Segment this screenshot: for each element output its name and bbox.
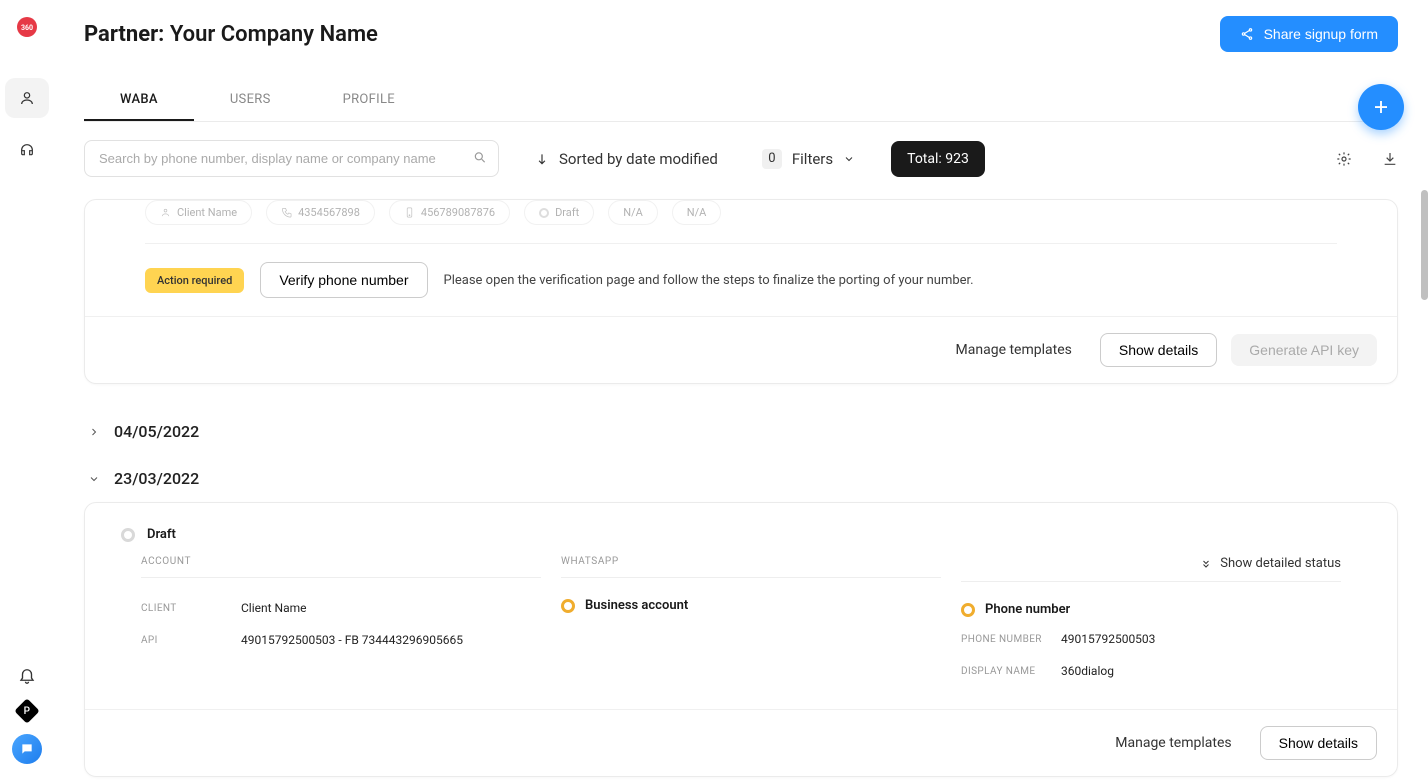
filters-control[interactable]: 0 Filters [762, 149, 855, 169]
phone-number-badge: Phone number [985, 602, 1070, 617]
business-account-label: Business account [585, 598, 688, 613]
plus-icon [1372, 98, 1390, 116]
chip-na1: N/A [608, 200, 658, 225]
status-ring-icon [121, 528, 135, 542]
whatsapp-column-header: WHATSAPP [561, 556, 941, 578]
svg-text:360: 360 [21, 24, 33, 32]
show-details-button[interactable]: Show details [1260, 726, 1377, 760]
page-title: Partner: Your Company Name [84, 22, 378, 47]
total-count: Total: 923 [891, 141, 985, 177]
chevron-down-icon [843, 153, 855, 165]
manage-templates-link[interactable]: Manage templates [1101, 727, 1245, 759]
search-icon[interactable] [473, 149, 487, 168]
chip-phone2: 456789087876 [389, 200, 510, 225]
share-icon [1240, 27, 1254, 41]
api-label: API [141, 633, 231, 646]
phone-number-value: 49015792500503 [1061, 632, 1341, 646]
bell-icon[interactable] [18, 666, 36, 688]
tabs: WABA USERS PROFILE [84, 80, 1398, 122]
p-badge-icon[interactable]: P [14, 698, 39, 723]
waba-card-expanded: Draft ACCOUNT CLIENT Client Name API 490… [84, 502, 1398, 777]
display-name-value: 360dialog [1061, 664, 1341, 678]
client-value: Client Name [241, 601, 541, 615]
chip-phone1: 4354567898 [266, 200, 375, 225]
client-label: CLIENT [141, 601, 231, 614]
show-details-button[interactable]: Show details [1100, 333, 1217, 367]
share-signup-button[interactable]: Share signup form [1220, 16, 1398, 52]
chevron-down-icon [88, 473, 100, 485]
verify-phone-button[interactable]: Verify phone number [260, 262, 427, 298]
chip-status: Draft [524, 200, 594, 225]
show-detailed-status[interactable]: Show detailed status [961, 556, 1341, 582]
arrow-down-icon [535, 152, 549, 166]
phone-number-label: PHONE NUMBER [961, 632, 1051, 645]
display-name-label: DISPLAY NAME [961, 664, 1051, 677]
chip-na2: N/A [672, 200, 722, 225]
tab-waba[interactable]: WABA [84, 80, 194, 121]
action-required-badge: Action required [145, 268, 244, 293]
status-amber-icon [561, 599, 575, 613]
chat-bubble-icon[interactable] [12, 734, 42, 764]
tab-users[interactable]: USERS [194, 80, 307, 121]
download-icon[interactable] [1382, 151, 1398, 167]
filter-count: 0 [762, 149, 782, 169]
status-amber-icon [961, 603, 975, 617]
add-button[interactable] [1358, 84, 1404, 130]
chip-client: Client Name [145, 200, 252, 225]
gear-icon[interactable] [1336, 151, 1352, 167]
account-column-header: ACCOUNT [141, 556, 541, 578]
nav-support-icon[interactable] [5, 130, 49, 170]
generate-api-key-button: Generate API key [1231, 334, 1377, 366]
manage-templates-link[interactable]: Manage templates [942, 334, 1086, 366]
double-chevron-down-icon [1200, 558, 1212, 570]
api-value: 49015792500503 - FB 734443296905665 [241, 633, 541, 647]
search-input[interactable] [84, 140, 499, 177]
scrollbar[interactable] [1421, 190, 1428, 300]
sidebar: 360 P [0, 0, 54, 782]
tab-profile[interactable]: PROFILE [307, 80, 431, 121]
waba-card: Client Name 4354567898 456789087876 Draf… [84, 199, 1398, 384]
chevron-right-icon [88, 426, 100, 438]
status-label: Draft [147, 527, 176, 542]
logo: 360 [12, 12, 42, 42]
date-section-collapsed[interactable]: 04/05/2022 [84, 408, 1398, 455]
nav-users-icon[interactable] [5, 78, 49, 118]
verify-instruction: Please open the verification page and fo… [444, 273, 974, 288]
date-section-expanded[interactable]: 23/03/2022 [84, 455, 1398, 502]
sort-control[interactable]: Sorted by date modified [535, 150, 718, 168]
